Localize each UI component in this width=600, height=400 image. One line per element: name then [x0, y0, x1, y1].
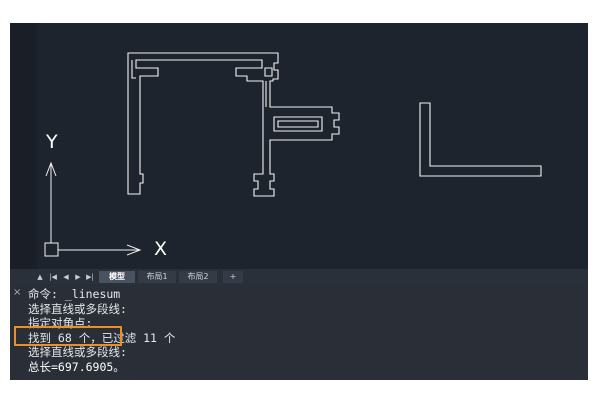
profile-mid-slot [273, 116, 323, 132]
profile-outer-outline [127, 52, 340, 197]
tab-nav-next-icon[interactable]: ▶ [73, 272, 83, 282]
tab-nav-last-icon[interactable]: ▶| [85, 272, 95, 282]
ucs-icon [44, 161, 142, 257]
layout-tab-bar: ▲ |◀ ◀ ▶ ▶| 模型 布局1 布局2 + [10, 269, 588, 285]
tab-nav-first-icon[interactable]: |◀ [48, 272, 58, 282]
command-prompt-line: 选择直线或多段线: [28, 345, 127, 359]
drawing-canvas[interactable]: Y X [10, 23, 588, 285]
profile-top-inner-slot-left [131, 60, 136, 79]
drawing-svg [44, 52, 542, 257]
total-length-result: 总长=697.6905。 [28, 359, 125, 374]
profile-section-1 [127, 52, 340, 197]
result-highlight-box [14, 326, 122, 346]
ucs-y-label: Y [46, 131, 58, 153]
tab-add-layout[interactable]: + [223, 271, 243, 283]
tab-nav-up-icon[interactable]: ▲ [35, 272, 45, 282]
tab-layout1[interactable]: 布局1 [138, 271, 176, 283]
profile-l-angle [419, 102, 542, 177]
command-prompt-line: 选择直线或多段线: [28, 301, 127, 316]
tab-nav-prev-icon[interactable]: ◀ [61, 272, 71, 282]
close-icon[interactable]: × [13, 287, 21, 298]
profile-top-right-slot [264, 67, 273, 77]
profile-mid-slot-inner [277, 120, 319, 128]
tab-layout2[interactable]: 布局2 [179, 271, 217, 283]
ucs-x-label: X [154, 238, 168, 260]
command-line: 命令: _linesum [28, 287, 121, 301]
tab-model[interactable]: 模型 [99, 271, 135, 283]
